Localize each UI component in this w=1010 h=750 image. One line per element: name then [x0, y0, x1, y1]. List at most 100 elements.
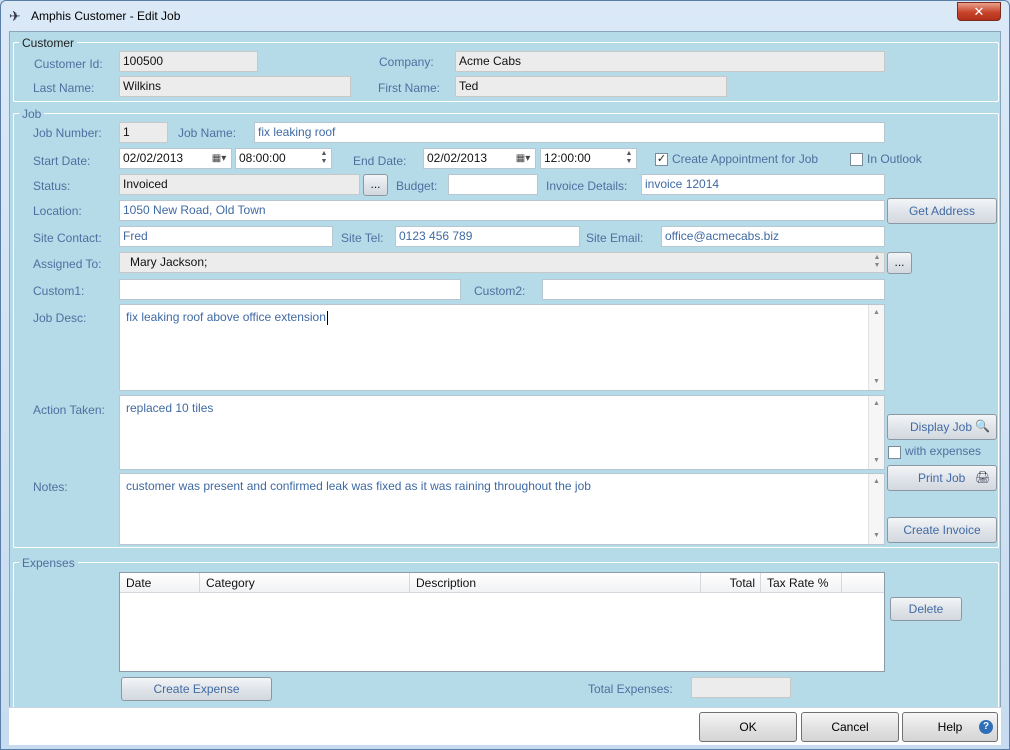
in-outlook-checkbox[interactable] [850, 153, 863, 166]
get-address-button[interactable]: Get Address [887, 198, 997, 224]
calendar-dropdown-icon[interactable]: ▦▾ [207, 150, 231, 167]
form-body: Customer Customer Id: 100500 Company: Ac… [9, 31, 1001, 743]
custom2-label: Custom2: [474, 284, 526, 298]
create-expense-button[interactable]: Create Expense [121, 677, 272, 701]
assigned-to-field[interactable]: Mary Jackson; ▲ ▼ [119, 252, 885, 273]
end-date-field[interactable]: 02/02/2013 ▦▾ [423, 148, 536, 169]
delete-expense-button[interactable]: Delete [890, 597, 962, 621]
status-field[interactable]: Invoiced [119, 174, 360, 195]
site-tel-label: Site Tel: [341, 231, 384, 245]
column-header-total[interactable]: Total [701, 573, 761, 593]
column-header-category[interactable]: Category [200, 573, 410, 593]
site-contact-field[interactable]: Fred [119, 226, 333, 247]
close-button[interactable]: ✕ [957, 2, 1001, 21]
help-label: Help [937, 720, 963, 734]
column-header-date[interactable]: Date [120, 573, 200, 593]
notes-textarea[interactable]: customer was present and confirmed leak … [119, 473, 885, 545]
start-date-value: 02/02/2013 [123, 151, 184, 165]
scroll-down-icon[interactable]: ▼ [869, 455, 884, 467]
start-time-field[interactable]: 08:00:00 ▲ ▼ [235, 148, 332, 169]
spinner-arrows-icon[interactable]: ▲ ▼ [318, 150, 330, 167]
notes-text: customer was present and confirmed leak … [126, 479, 591, 493]
assigned-to-picker-button[interactable]: ... [887, 252, 912, 274]
ok-button[interactable]: OK [699, 712, 797, 742]
end-time-field[interactable]: 12:00:00 ▲ ▼ [540, 148, 637, 169]
scroll-up-icon[interactable]: ▲ [869, 307, 884, 319]
end-date-value: 02/02/2013 [427, 151, 488, 165]
display-job-button[interactable]: Display Job 🔍 [887, 414, 997, 440]
notes-scrollbar[interactable]: ▲ ▼ [868, 474, 884, 544]
customer-id-field[interactable]: 100500 [119, 51, 258, 72]
cancel-button[interactable]: Cancel [801, 712, 899, 742]
notes-label: Notes: [33, 480, 68, 494]
custom1-field[interactable] [119, 279, 461, 300]
create-appointment-checkbox[interactable]: ✓ [655, 153, 668, 166]
action-taken-text: replaced 10 tiles [126, 401, 214, 415]
job-desc-scrollbar[interactable]: ▲ ▼ [868, 305, 884, 390]
site-email-label: Site Email: [586, 231, 644, 245]
first-name-field[interactable]: Ted [455, 76, 727, 97]
with-expenses-checkbox[interactable] [888, 446, 901, 459]
in-outlook-label[interactable]: In Outlook [867, 152, 922, 166]
start-date-field[interactable]: 02/02/2013 ▦▾ [119, 148, 232, 169]
spinner-arrows-icon[interactable]: ▲ ▼ [871, 254, 883, 271]
location-field[interactable]: 1050 New Road, Old Town [119, 200, 885, 221]
help-icon: ? [979, 720, 993, 734]
last-name-field[interactable]: Wilkins [119, 76, 351, 97]
budget-field[interactable] [448, 174, 538, 195]
job-group-title: Job [19, 107, 45, 121]
action-taken-label: Action Taken: [33, 403, 105, 417]
display-job-label: Display Job [910, 420, 973, 434]
customer-group-title: Customer [19, 36, 78, 50]
invoice-details-label: Invoice Details: [546, 179, 628, 193]
job-name-field[interactable]: fix leaking roof [254, 122, 885, 143]
window-title: Amphis Customer - Edit Job [31, 9, 181, 23]
title-bar[interactable]: ✈ Amphis Customer - Edit Job ✕ [1, 1, 1009, 31]
location-label: Location: [33, 204, 82, 218]
start-time-value: 08:00:00 [239, 151, 286, 165]
scroll-up-icon[interactable]: ▲ [869, 476, 884, 488]
column-header-description[interactable]: Description [410, 573, 701, 593]
budget-label: Budget: [396, 179, 438, 193]
custom1-label: Custom1: [33, 284, 85, 298]
scroll-down-icon[interactable]: ▼ [869, 530, 884, 542]
end-time-value: 12:00:00 [544, 151, 591, 165]
job-desc-textarea[interactable]: fix leaking roof above office extension … [119, 304, 885, 391]
magnifier-icon: 🔍 [975, 419, 990, 433]
scroll-up-icon[interactable]: ▲ [869, 398, 884, 410]
job-number-label: Job Number: [33, 126, 102, 140]
column-header-tax-rate[interactable]: Tax Rate % [761, 573, 842, 593]
invoice-details-field[interactable]: invoice 12014 [641, 174, 885, 195]
site-contact-label: Site Contact: [33, 231, 102, 245]
create-invoice-button[interactable]: Create Invoice [887, 517, 997, 543]
status-label: Status: [33, 179, 71, 193]
create-appointment-label[interactable]: Create Appointment for Job [672, 152, 818, 166]
site-email-field[interactable]: office@acmecabs.biz [661, 226, 885, 247]
assigned-to-label: Assigned To: [33, 257, 102, 271]
first-name-label: First Name: [378, 81, 441, 95]
calendar-dropdown-icon[interactable]: ▦▾ [511, 150, 535, 167]
company-field[interactable]: Acme Cabs [455, 51, 885, 72]
action-taken-scrollbar[interactable]: ▲ ▼ [868, 396, 884, 469]
status-picker-button[interactable]: ... [363, 174, 388, 196]
start-date-label: Start Date: [33, 154, 91, 168]
site-tel-field[interactable]: 0123 456 789 [395, 226, 580, 247]
expenses-table[interactable]: Date Category Description Total Tax Rate… [119, 572, 885, 672]
action-taken-textarea[interactable]: replaced 10 tiles ▲ ▼ [119, 395, 885, 470]
edit-job-window: ✈ Amphis Customer - Edit Job ✕ Customer … [0, 0, 1010, 750]
company-label: Company: [379, 55, 434, 69]
help-button[interactable]: Help ? [902, 712, 998, 742]
custom2-field[interactable] [542, 279, 885, 300]
assigned-to-value: Mary Jackson; [130, 255, 208, 269]
customer-id-label: Customer Id: [34, 57, 103, 71]
print-job-button[interactable]: Print Job 🖨 [887, 465, 997, 491]
expenses-group-title: Expenses [19, 556, 78, 570]
job-number-field[interactable]: 1 [119, 122, 168, 143]
spinner-arrows-icon[interactable]: ▲ ▼ [623, 150, 635, 167]
total-expenses-field[interactable] [691, 677, 791, 698]
with-expenses-label[interactable]: with expenses [905, 444, 981, 458]
scroll-down-icon[interactable]: ▼ [869, 376, 884, 388]
text-cursor [326, 310, 328, 325]
end-date-label: End Date: [353, 154, 407, 168]
job-name-label: Job Name: [178, 126, 237, 140]
